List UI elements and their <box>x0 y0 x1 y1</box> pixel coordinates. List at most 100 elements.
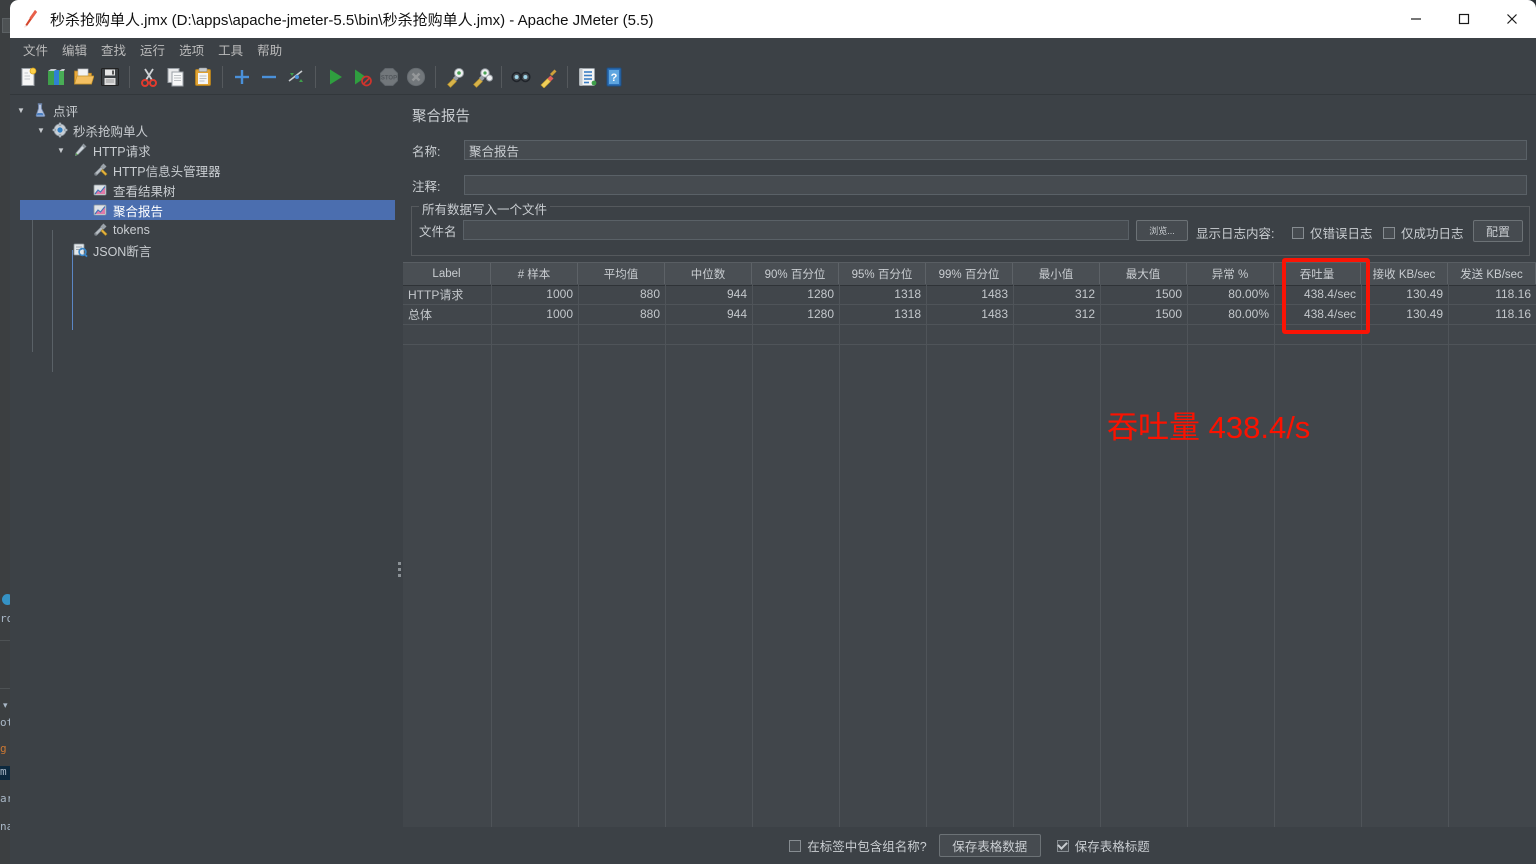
table-header-7[interactable]: 最小值 <box>1013 263 1100 284</box>
tree-node-thread-group[interactable]: ▼ 秒杀抢购单人 <box>34 120 148 140</box>
column-divider <box>1274 284 1275 827</box>
tree-node-tokens[interactable]: tokens <box>74 220 150 240</box>
chevron-down-icon[interactable]: ▼ <box>34 123 48 137</box>
column-divider <box>839 284 840 827</box>
table-cell: 438.4/sec <box>1303 287 1356 301</box>
errors-only-label: 仅错误日志 <box>1310 227 1373 241</box>
collapse-all-icon[interactable] <box>256 64 282 90</box>
toggle-icon[interactable] <box>283 64 309 90</box>
toolbar-separator <box>435 66 436 88</box>
filename-label: 文件名 <box>419 224 457 239</box>
table-header-6[interactable]: 99% 百分位 <box>926 263 1013 284</box>
menu-help[interactable]: 帮助 <box>250 38 289 61</box>
menu-tools[interactable]: 工具 <box>211 38 250 61</box>
tree-node-aggregate-report[interactable]: 聚合报告 <box>20 200 395 220</box>
table-header-12[interactable]: 发送 KB/sec <box>1448 263 1536 284</box>
tree-node-json-assertion[interactable]: JSON断言 <box>54 240 151 260</box>
name-label: 名称: <box>412 144 441 159</box>
table-header-9[interactable]: 异常 % <box>1187 263 1274 284</box>
table-row[interactable]: HTTP请求 1000 880 944 1280 1318 1483 312 1500 80.00… <box>403 284 1536 305</box>
help-icon[interactable]: ? <box>601 64 627 90</box>
expand-all-icon[interactable] <box>229 64 255 90</box>
table-header-2[interactable]: 平均值 <box>578 263 665 284</box>
start-no-pauses-icon[interactable] <box>349 64 375 90</box>
function-helper-icon[interactable] <box>574 64 600 90</box>
name-input[interactable] <box>464 140 1527 160</box>
save-table-header-checkbox[interactable] <box>1056 839 1069 852</box>
tree-node-label: 聚合报告 <box>113 204 164 219</box>
maximize-button[interactable] <box>1440 0 1488 38</box>
include-group-name-checkbox[interactable] <box>789 839 802 852</box>
search-icon[interactable] <box>508 64 534 90</box>
save-table-data-button[interactable]: 保存表格数据 <box>938 834 1041 857</box>
clear-icon[interactable] <box>442 64 468 90</box>
save-icon[interactable] <box>97 64 123 90</box>
table-header-4[interactable]: 90% 百分位 <box>752 263 839 284</box>
table-header-row: Label # 样本 平均值 中位数 90% 百分位 95% 百分位 99% 百分位 最小值最… <box>403 262 1536 286</box>
table-cell: 1000 <box>546 307 573 321</box>
new-icon[interactable] <box>16 64 42 90</box>
menu-run[interactable]: 运行 <box>133 38 172 61</box>
table-header-5[interactable]: 95% 百分位 <box>839 263 926 284</box>
stop-icon: STOP <box>376 64 402 90</box>
table-header-11[interactable]: 接收 KB/sec <box>1361 263 1448 284</box>
toolbar-separator <box>315 66 316 88</box>
window-title: 秒杀抢购单人.jmx (D:\apps\apache-jmeter-5.5\bi… <box>50 11 654 29</box>
reset-search-icon[interactable] <box>535 64 561 90</box>
tree-node-view-results-tree[interactable]: 查看结果树 <box>74 180 176 200</box>
table-cell: 1318 <box>894 307 921 321</box>
browse-button[interactable]: 浏览... <box>1136 220 1188 241</box>
templates-icon[interactable] <box>43 64 69 90</box>
table-empty-row <box>403 324 1536 345</box>
chevron-down-icon[interactable]: ▼ <box>14 103 28 117</box>
results-table[interactable]: Label # 样本 平均值 中位数 90% 百分位 95% 百分位 99% 百分位 最小值最… <box>403 262 1536 827</box>
menu-search[interactable]: 查找 <box>94 38 133 61</box>
tree-node-test-plan[interactable]: ▼ 点评 <box>14 100 78 120</box>
table-row[interactable]: 总体 1000 880 944 1280 1318 1483 312 1500 80.00% 438… <box>403 304 1536 325</box>
minimize-button[interactable] <box>1392 0 1440 38</box>
table-header-8[interactable]: 最大值 <box>1100 263 1187 284</box>
tree-guide-line <box>72 250 73 330</box>
errors-only-checkbox[interactable] <box>1292 226 1304 239</box>
table-cell: 80.00% <box>1228 287 1269 301</box>
close-button[interactable] <box>1488 0 1536 38</box>
table-cell: 1500 <box>1155 307 1182 321</box>
tree-node-label: JSON断言 <box>93 244 152 259</box>
table-cell: 312 <box>1074 307 1095 321</box>
table-cell: 1483 <box>981 287 1008 301</box>
cut-icon[interactable] <box>136 64 162 90</box>
thread-group-icon <box>52 122 68 138</box>
table-header-0[interactable]: Label <box>403 263 491 284</box>
table-cell: 1000 <box>546 287 573 301</box>
menu-file[interactable]: 文件 <box>16 38 55 61</box>
tree-guide-line <box>32 210 33 352</box>
column-divider <box>752 284 753 827</box>
test-plan-tree[interactable]: ▼ 点评 ▼ 秒杀抢购单人 ▼ HTTP请求 HTTP信息头管理器 查看结果树 聚合报告 toke… <box>10 96 395 864</box>
clear-all-icon[interactable] <box>469 64 495 90</box>
table-header-1[interactable]: # 样本 <box>491 263 578 284</box>
table-cell: 880 <box>639 307 660 321</box>
toolbar-separator <box>222 66 223 88</box>
copy-icon[interactable] <box>163 64 189 90</box>
success-only-checkbox[interactable] <box>1383 226 1395 239</box>
comment-input[interactable] <box>464 175 1527 195</box>
tree-node-label: 秒杀抢购单人 <box>73 124 149 139</box>
shutdown-icon <box>403 64 429 90</box>
menu-options[interactable]: 选项 <box>172 38 211 61</box>
table-header-10[interactable]: 吞吐量 <box>1274 263 1361 284</box>
configure-button[interactable]: 配置 <box>1473 220 1523 242</box>
table-header-3[interactable]: 中位数 <box>665 263 752 284</box>
pane-splitter[interactable] <box>395 96 403 864</box>
chevron-down-icon[interactable]: ▼ <box>54 143 68 157</box>
filename-input[interactable] <box>463 220 1129 240</box>
menu-edit[interactable]: 编辑 <box>55 38 94 61</box>
open-icon[interactable] <box>70 64 96 90</box>
tree-node-header-manager[interactable]: HTTP信息头管理器 <box>74 160 221 180</box>
tree-node-http-request[interactable]: ▼ HTTP请求 <box>54 140 151 160</box>
jmeter-application-window: ro ▾ ot g m ar na 秒杀抢购单人.jmx (D:\apps\ap… <box>0 0 1536 864</box>
start-icon[interactable] <box>322 64 348 90</box>
paste-icon[interactable] <box>190 64 216 90</box>
toolbar-separator <box>567 66 568 88</box>
table-cell: 1280 <box>807 287 834 301</box>
column-divider <box>491 284 492 827</box>
